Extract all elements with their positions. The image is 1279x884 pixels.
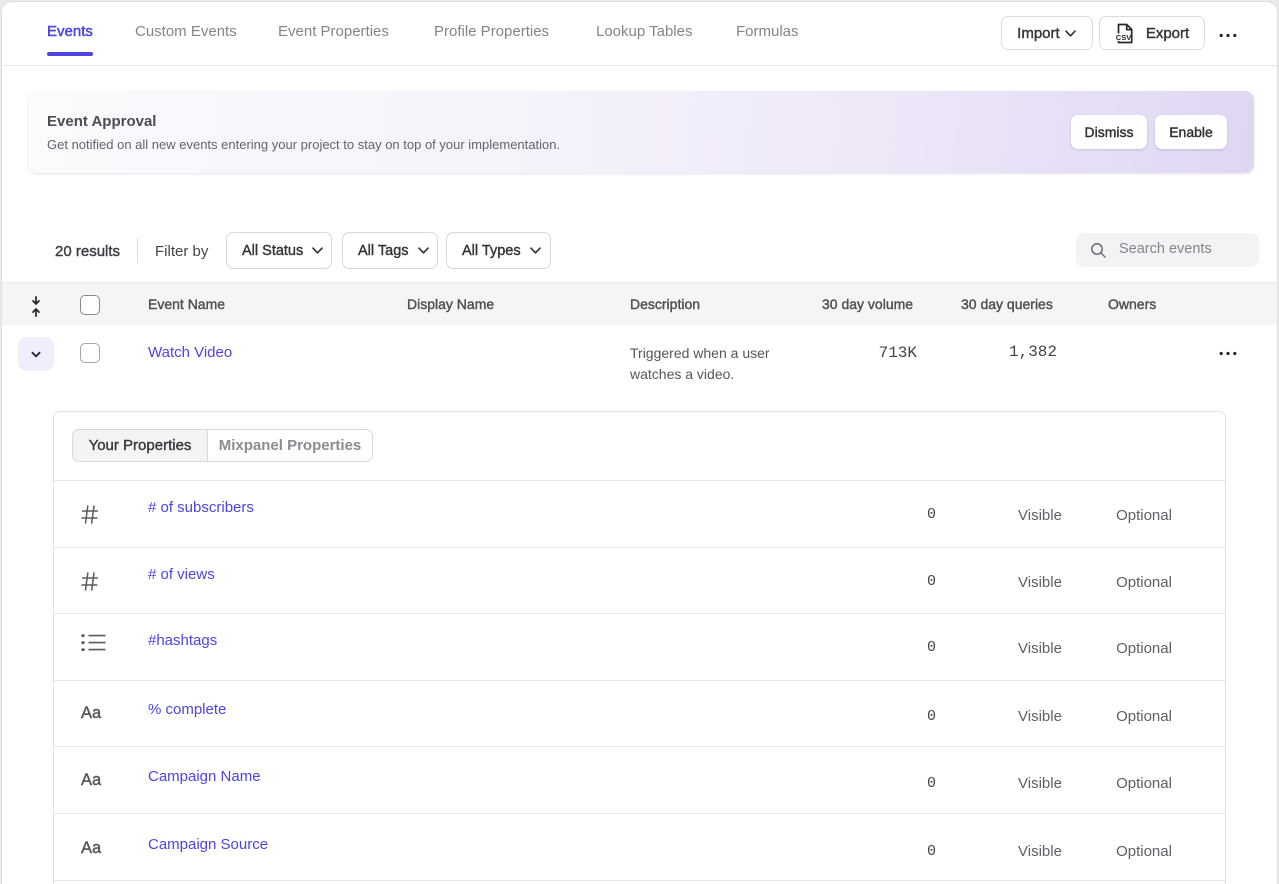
svg-text:CSV: CSV	[1116, 33, 1131, 42]
